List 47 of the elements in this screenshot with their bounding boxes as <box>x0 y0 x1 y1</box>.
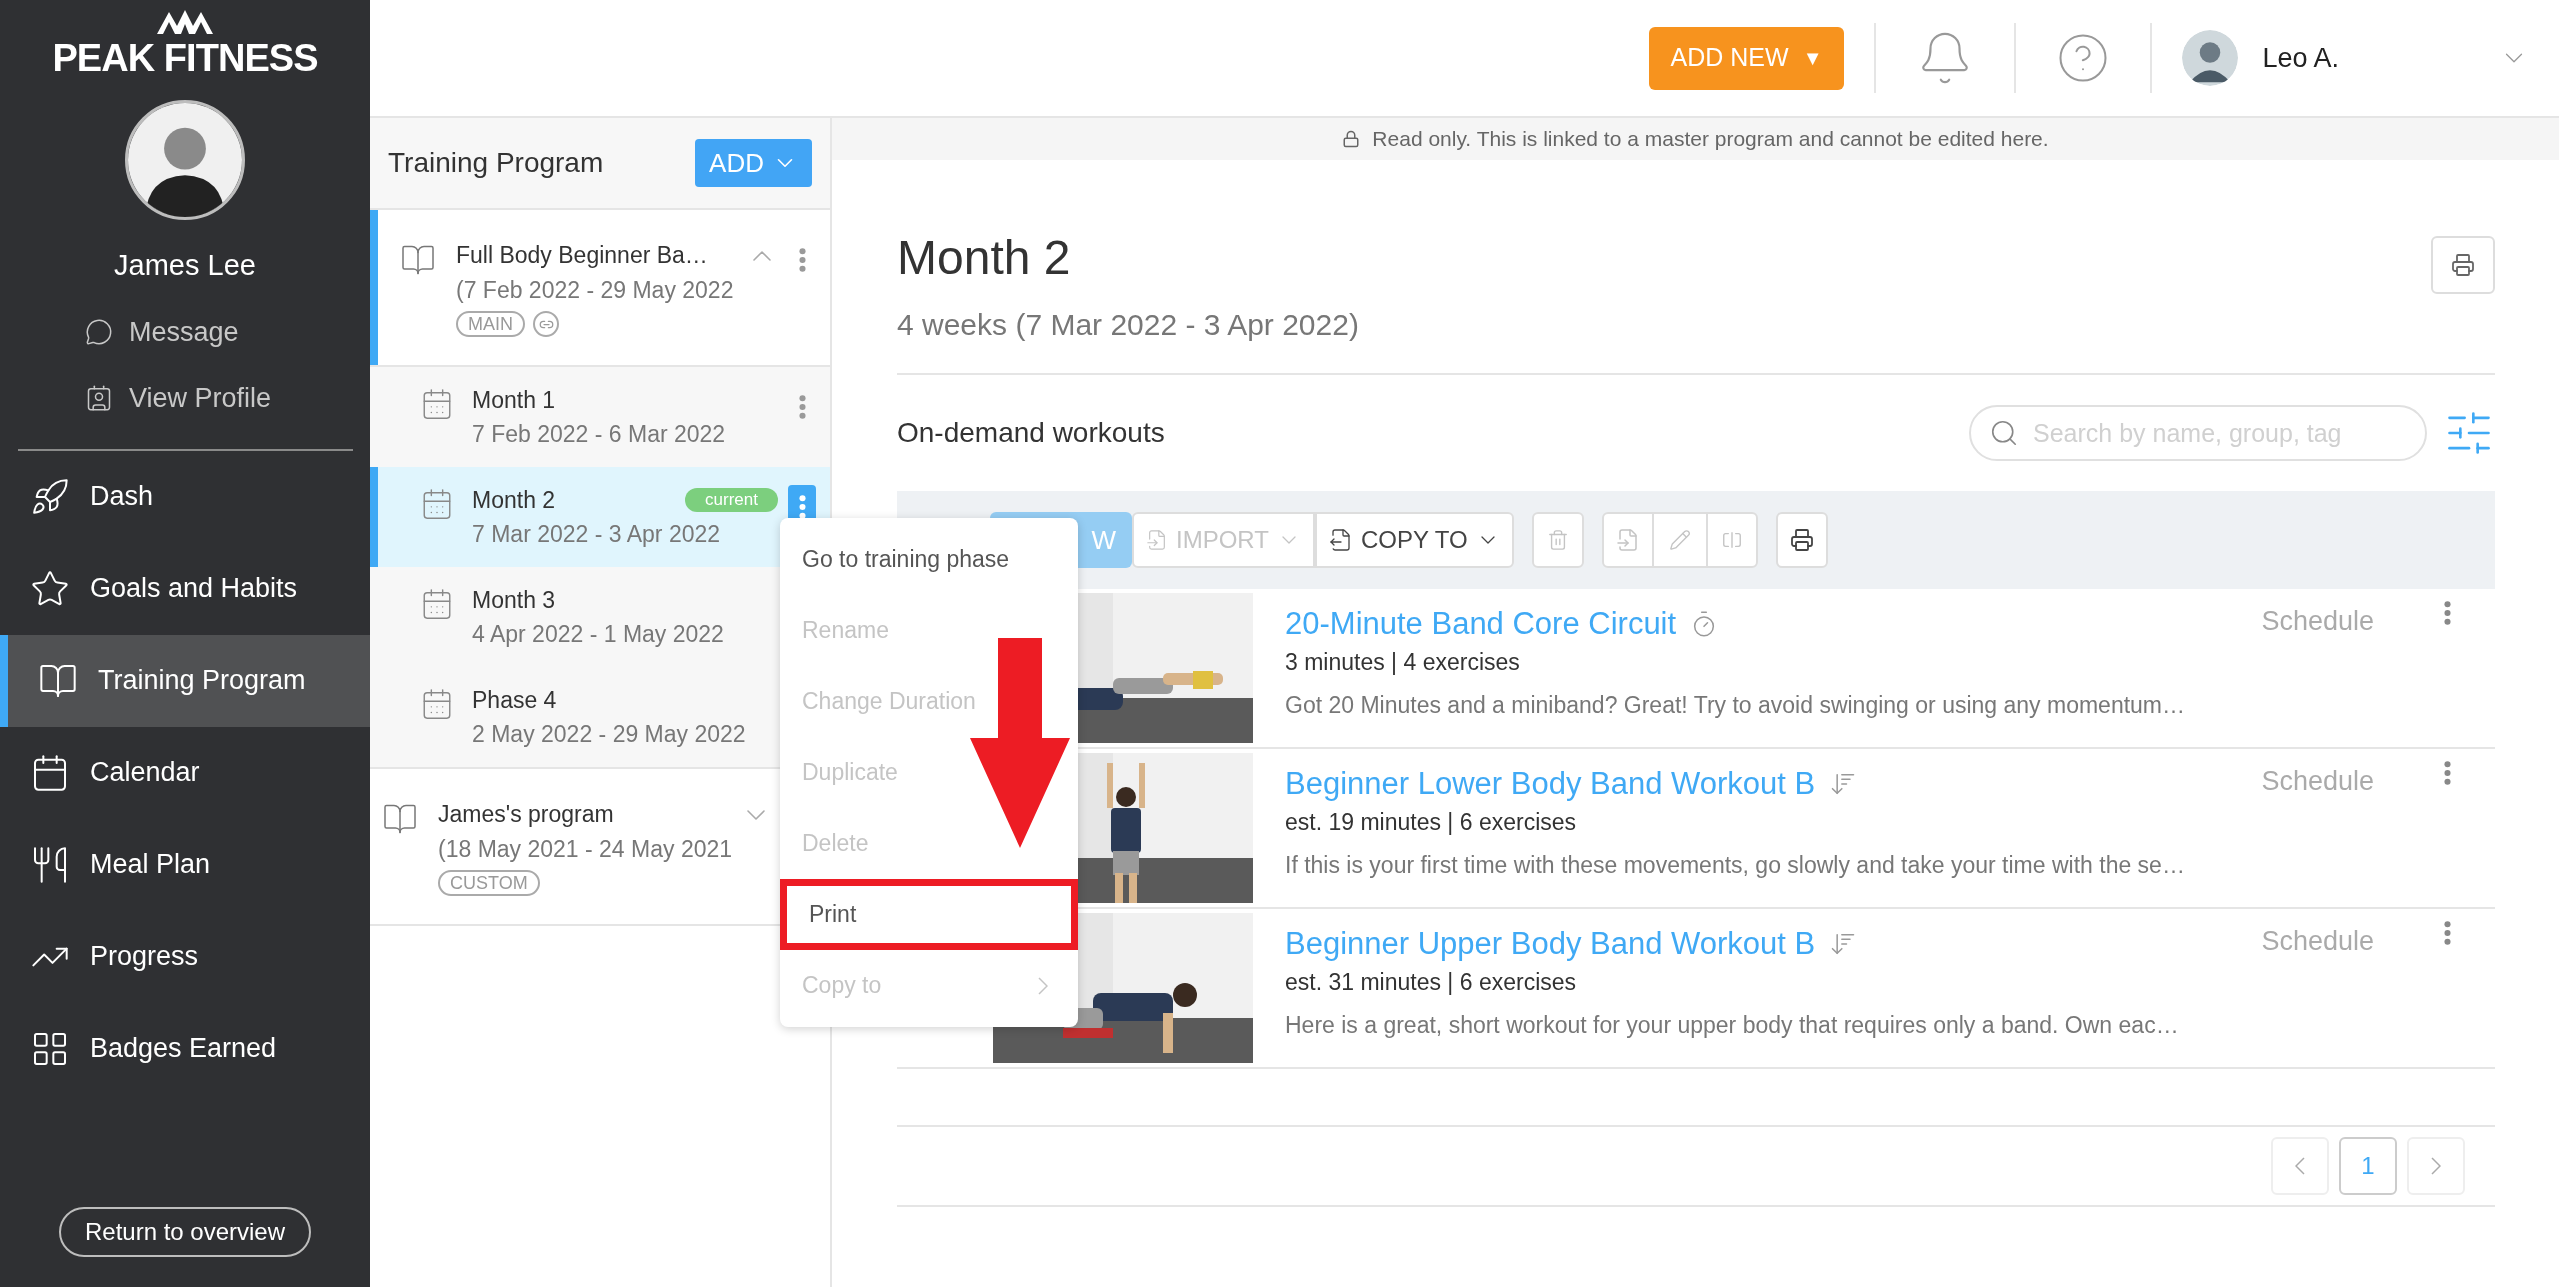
current-badge: current <box>685 487 778 512</box>
program-dates: (18 May 2021 - 24 May 2021 <box>438 834 730 864</box>
phase-name: Month 3 <box>472 585 556 615</box>
caret-icon: ▼ <box>1802 43 1823 73</box>
section-title: On-demand workouts <box>897 416 1165 450</box>
menu-item[interactable]: Print <box>780 879 1078 950</box>
workout-description: Here is a great, short workout for your upper body that requires only a band. Own eac… <box>1285 1010 2180 1040</box>
phase-subtitle: 4 weeks (7 Mar 2022 - 3 Apr 2022) <box>897 307 1360 343</box>
panel-title: Training Program <box>388 146 604 180</box>
nav-item[interactable]: Training Program <box>0 634 370 727</box>
phase-dates: 4 Apr 2022 - 1 May 2022 <box>472 620 725 649</box>
add-new-label: ADD NEW <box>1670 42 1789 74</box>
workout-description: If this is your first time with these movements, go slowly and take your time with the se… <box>1285 850 2186 880</box>
nav-item[interactable]: Progress <box>0 910 370 1003</box>
phase-dates: 7 Feb 2022 - 6 Mar 2022 <box>472 420 727 449</box>
program-name: James's program <box>438 800 615 829</box>
program-item[interactable]: Full Body Beginner Ba… (7 Feb 2022 - 29 May 2022 MAIN <box>456 238 736 337</box>
client-name: James Lee <box>114 248 256 283</box>
return-button[interactable]: Return to overview <box>58 1207 312 1257</box>
nav-item[interactable]: Goals and Habits <box>0 542 370 635</box>
workout-meta: est. 19 minutes | 6 exercises <box>1285 808 1578 837</box>
phase-name: Month 2 <box>472 485 556 515</box>
phase-dates: 7 Mar 2022 - 3 Apr 2022 <box>472 520 722 549</box>
message-link[interactable]: Message <box>85 311 272 352</box>
nav-item[interactable]: Calendar <box>0 726 370 819</box>
phase-title: Month 2 <box>897 230 1071 286</box>
brand-name: PEAK FITNESS <box>52 36 318 80</box>
program-dates: (7 Feb 2022 - 29 May 2022 <box>456 275 735 305</box>
phase-item[interactable]: Month 1 7 Feb 2022 - 6 Mar 2022 <box>472 382 788 452</box>
copy-to-button[interactable]: COPY TO <box>1314 512 1514 568</box>
phase-name: Month 1 <box>472 385 556 415</box>
program-tag: CUSTOM <box>438 870 540 896</box>
view-profile-link[interactable]: View Profile <box>85 378 272 419</box>
nav-item[interactable]: Dash <box>0 450 370 543</box>
program-tag: MAIN <box>456 311 525 337</box>
phase-dates: 2 May 2022 - 29 May 2022 <box>472 720 747 749</box>
workout-meta: est. 31 minutes | 6 exercises <box>1285 968 1578 997</box>
user-name: Leo A. <box>2262 41 2339 75</box>
menu-item[interactable]: Go to training phase <box>780 524 1078 595</box>
nav-item[interactable]: Meal Plan <box>0 818 370 911</box>
workout-meta: 3 minutes | 4 exercises <box>1285 648 1521 677</box>
program-item[interactable]: James's program (18 May 2021 - 24 May 2021 CUSTOM <box>438 797 730 896</box>
phase-name: Phase 4 <box>472 685 557 715</box>
workout-description: Got 20 Minutes and a miniband? Great! Try to avoid swinging or using any momentum… <box>1285 690 2186 720</box>
nav-item[interactable]: Badges Earned <box>0 1002 370 1095</box>
program-name: Full Body Beginner Ba… <box>456 241 709 270</box>
read-only-notice: Read only. This is linked to a master program and cannot be edited here. <box>1372 126 2049 153</box>
